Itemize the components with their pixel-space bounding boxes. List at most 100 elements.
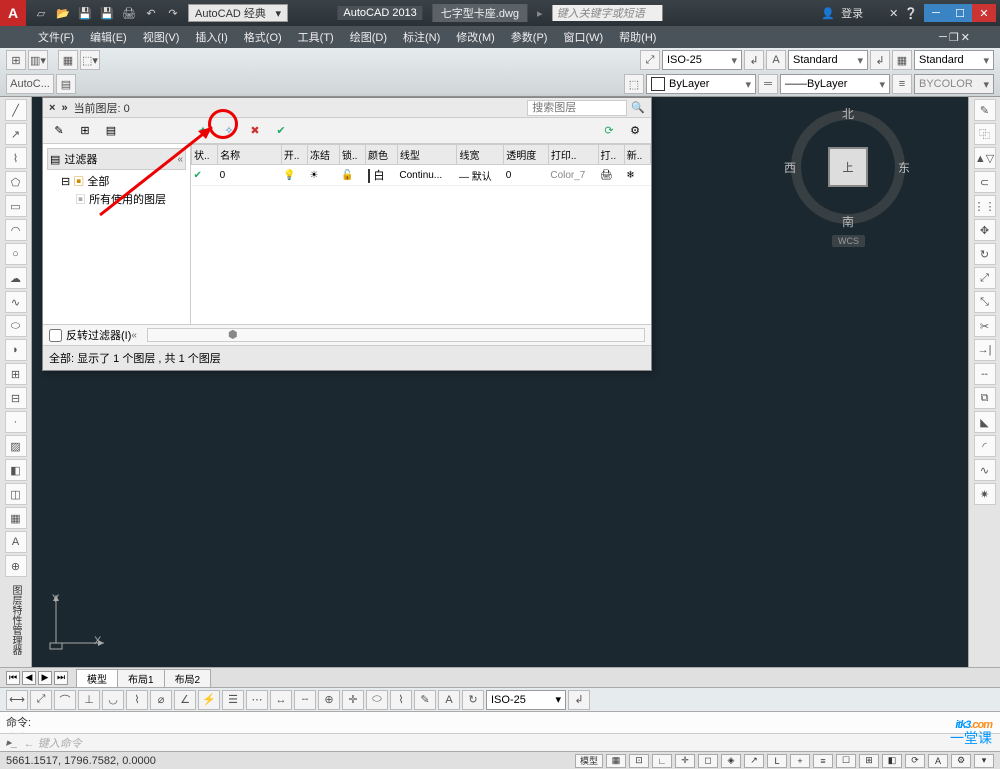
textstyle-dropdown[interactable]: Standard	[788, 50, 868, 70]
lwt-icon[interactable]: ≡	[892, 74, 912, 94]
cell-ltype[interactable]: Continu...	[397, 165, 457, 186]
tab-model[interactable]: 模型	[76, 669, 118, 687]
explode-icon[interactable]: ✷	[974, 483, 996, 505]
settings-icon[interactable]: ⚙	[625, 121, 645, 141]
menu-help[interactable]: 帮助(H)	[611, 26, 664, 48]
mtext-icon[interactable]: A	[5, 531, 27, 553]
blend-icon[interactable]: ∿	[974, 459, 996, 481]
help-search[interactable]: 键入关键字或短语	[553, 5, 663, 21]
col-lock[interactable]: 锁..	[339, 145, 365, 165]
plotstyle-dropdown[interactable]: BYCOLOR	[914, 74, 994, 94]
cell-pstyle[interactable]: Color_7	[548, 165, 598, 186]
mirror-icon[interactable]: ▲▽	[974, 147, 996, 169]
offset-icon[interactable]: ⊂	[974, 171, 996, 193]
menu-dimension[interactable]: 标注(N)	[395, 26, 448, 48]
viewport-icon[interactable]: ⊞	[6, 50, 26, 70]
model-toggle[interactable]: 模型	[575, 754, 603, 768]
menu-file[interactable]: 文件(F)	[30, 26, 82, 48]
revcloud-icon[interactable]: ☁	[5, 267, 27, 289]
table-btn[interactable]: ▦	[892, 50, 912, 70]
cell-freeze-icon[interactable]: ☀	[308, 165, 340, 186]
filter-used[interactable]: ▣ 所有使用的图层	[47, 190, 186, 208]
dimstyle-dropdown[interactable]: ISO-25	[662, 50, 742, 70]
cell-newvp-icon[interactable]: ❄	[624, 165, 650, 186]
layer-row-0[interactable]: ✔ 0 💡 ☀ 🔓 白 Continu... — 默认 0 Color_7 🖨 …	[192, 165, 651, 186]
dim-baseline-icon[interactable]: ☰	[222, 690, 244, 710]
invert-filter-checkbox[interactable]	[49, 329, 62, 342]
rotate-icon[interactable]: ↻	[974, 243, 996, 265]
dim-style-dropdown[interactable]: ISO-25▾	[486, 690, 566, 710]
region-icon[interactable]: ◫	[5, 483, 27, 505]
rect-icon[interactable]: ▭	[5, 195, 27, 217]
tray-icon[interactable]: ▾	[974, 754, 994, 768]
menu-modify[interactable]: 修改(M)	[448, 26, 503, 48]
chamfer-icon[interactable]: ◣	[974, 411, 996, 433]
cell-lweight[interactable]: — 默认	[457, 165, 504, 186]
dialog-pin-icon[interactable]: »	[61, 102, 67, 114]
point-icon[interactable]: ·	[5, 411, 27, 433]
set-current-icon[interactable]: ✔	[271, 121, 291, 141]
col-freeze[interactable]: 冻结	[308, 145, 340, 165]
wireframe-icon[interactable]: ▦	[58, 50, 78, 70]
new-layer-icon[interactable]: ✦	[193, 121, 213, 141]
cell-name[interactable]: 0	[218, 165, 282, 186]
layercolor-dropdown[interactable]: ByLayer	[646, 74, 756, 94]
exchange-icon[interactable]: ✕	[889, 7, 898, 20]
ann-scale-icon[interactable]: A	[928, 754, 948, 768]
filter-all[interactable]: ⊟ ▣ 全部	[47, 172, 186, 190]
col-on[interactable]: 开..	[281, 145, 307, 165]
col-new[interactable]: 新..	[624, 145, 650, 165]
tpy-icon[interactable]: ☐	[836, 754, 856, 768]
dim-tol-icon[interactable]: ⊕	[318, 690, 340, 710]
coords-display[interactable]: 5661.1517, 1796.7582, 0.0000	[6, 755, 156, 767]
viewcube-west[interactable]: 西	[784, 159, 796, 176]
ellipsearc-icon[interactable]: ◗	[5, 339, 27, 361]
col-status[interactable]: 状..	[192, 145, 218, 165]
trim-icon[interactable]: ✂	[974, 315, 996, 337]
col-name[interactable]: 名称	[218, 145, 282, 165]
viewcube-wcs[interactable]: WCS	[832, 235, 865, 247]
doc-minimize-icon[interactable]: ─	[939, 31, 947, 44]
dim-aligned-icon[interactable]: ⤢	[30, 690, 52, 710]
insert-icon[interactable]: ⊞	[5, 363, 27, 385]
col-ltype[interactable]: 线型	[397, 145, 457, 165]
move-icon[interactable]: ✥	[974, 219, 996, 241]
menu-edit[interactable]: 编辑(E)	[82, 26, 135, 48]
dim-continue-icon[interactable]: ⋯	[246, 690, 268, 710]
command-input[interactable]: ▸_← 键入命令	[0, 733, 1000, 751]
dialog-close-icon[interactable]: ×	[49, 102, 55, 114]
layer-prop-icon[interactable]: ▤	[56, 74, 76, 94]
break-icon[interactable]: ╌	[974, 363, 996, 385]
dim-jogline-icon[interactable]: ⌇	[390, 690, 412, 710]
command-window[interactable]: 命令: 命令: '_Layer ▸_← 键入命令	[0, 711, 1000, 751]
polygon-icon[interactable]: ⬠	[5, 171, 27, 193]
pline-icon[interactable]: ⌇	[5, 147, 27, 169]
line-icon[interactable]: ╱	[5, 99, 27, 121]
refresh-icon[interactable]: ⟳	[599, 121, 619, 141]
layer-search-input[interactable]	[527, 100, 627, 116]
tab-prev-icon[interactable]: ◀	[22, 671, 36, 685]
menu-tools[interactable]: 工具(T)	[290, 26, 342, 48]
search-icon[interactable]: 🔍	[631, 101, 645, 114]
layer-panel-expand[interactable]: AutoC...	[6, 74, 54, 94]
menu-insert[interactable]: 插入(I)	[187, 26, 235, 48]
signin-label[interactable]: 登录	[841, 5, 863, 21]
arc-icon[interactable]: ◠	[5, 219, 27, 241]
osnap-icon[interactable]: ◻	[698, 754, 718, 768]
table-icon[interactable]: ▦	[5, 507, 27, 529]
doc-close-icon[interactable]: ✕	[961, 31, 970, 44]
plot-icon[interactable]: 🖨	[120, 4, 138, 22]
3dosnap-icon[interactable]: ◈	[721, 754, 741, 768]
dim-quick-icon[interactable]: ⚡	[198, 690, 220, 710]
dim-break-icon[interactable]: ╌	[294, 690, 316, 710]
erase-icon[interactable]: ✎	[974, 99, 996, 121]
tab-first-icon[interactable]: ⏮	[6, 671, 20, 685]
infocenter-arrow-icon[interactable]: ▸	[537, 7, 543, 20]
xline-icon[interactable]: ↗	[5, 123, 27, 145]
cell-color[interactable]: 白	[366, 165, 398, 186]
new-group-icon[interactable]: ⊞	[75, 121, 95, 141]
otrack-icon[interactable]: ↗	[744, 754, 764, 768]
save-icon[interactable]: 💾	[76, 4, 94, 22]
ducs-icon[interactable]: L	[767, 754, 787, 768]
minimize-button[interactable]: ─	[924, 4, 948, 22]
